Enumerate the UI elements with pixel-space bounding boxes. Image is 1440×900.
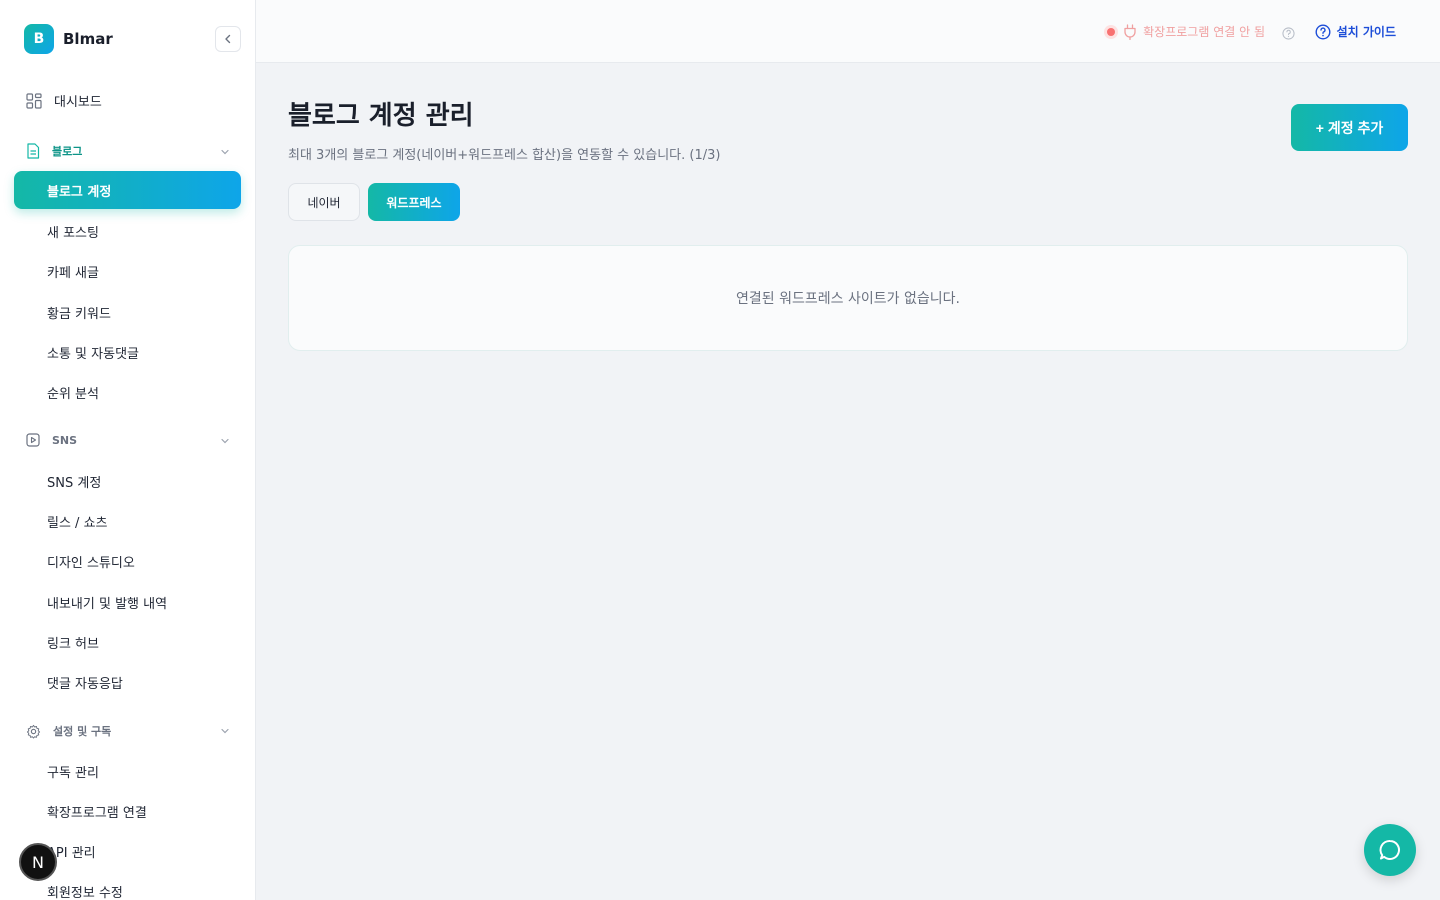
sidebar-item-comment-autoreply[interactable]: 댓글 자동응답 (47, 673, 123, 692)
section-sns-label: SNS (52, 433, 78, 447)
add-account-button[interactable]: + 계정 추가 (1291, 104, 1408, 151)
sidebar-item-link-hub[interactable]: 링크 허브 (47, 633, 99, 652)
brand[interactable]: B Blmar (24, 24, 113, 54)
chevron-down-icon (221, 728, 229, 734)
extension-status-text: 확장프로그램 연결 안 됨 (1143, 25, 1265, 39)
page-title: 블로그 계정 관리 (288, 101, 474, 131)
chevron-left-icon (225, 34, 231, 44)
tab-wordpress[interactable]: 워드프레스 (368, 183, 460, 221)
section-sns[interactable]: SNS (26, 433, 230, 447)
play-square-icon (26, 433, 40, 447)
question-circle-icon (1282, 27, 1295, 40)
empty-state-card: 연결된 워드프레스 사이트가 없습니다. (288, 245, 1408, 351)
empty-state-message: 연결된 워드프레스 사이트가 없습니다. (736, 291, 960, 307)
chat-button[interactable] (1364, 824, 1416, 876)
sidebar-item-label: 블로그 계정 (47, 185, 112, 200)
sidebar-item-extension-connect[interactable]: 확장프로그램 연결 (47, 802, 147, 821)
page-description: 최대 3개의 블로그 계정(네이버+워드프레스 합산)을 연동할 수 있습니다.… (288, 148, 721, 163)
chat-bubble-icon (1379, 840, 1400, 860)
section-blog[interactable]: 블로그 (26, 143, 230, 159)
chevron-down-icon (221, 149, 229, 155)
gear-icon (26, 724, 41, 739)
status-dot (1107, 27, 1116, 36)
topbar: 확장프로그램 연결 안 됨 설치 가이드 (256, 0, 1440, 63)
section-blog-label: 블로그 (52, 145, 83, 158)
help-button[interactable] (1282, 25, 1295, 44)
sidebar-item-rank-analysis[interactable]: 순위 분석 (47, 383, 99, 402)
brand-name: Blmar (63, 30, 113, 48)
n-avatar-badge[interactable]: N (19, 843, 57, 881)
nav-dashboard-label: 대시보드 (54, 95, 102, 110)
extension-status: 확장프로그램 연결 안 됨 (1107, 23, 1265, 40)
install-guide-link[interactable]: 설치 가이드 (1315, 23, 1396, 40)
plug-icon (1124, 23, 1136, 40)
question-circle-icon (1315, 23, 1331, 40)
sidebar-item-design-studio[interactable]: 디자인 스튜디오 (47, 552, 135, 571)
section-settings-label: 설정 및 구독 (53, 725, 112, 738)
sidebar-item-sns-account[interactable]: SNS 계정 (47, 472, 101, 491)
sidebar-item-subscription[interactable]: 구독 관리 (47, 762, 99, 781)
document-icon (27, 143, 40, 159)
chevron-down-icon (221, 438, 229, 444)
sidebar-item-profile-edit[interactable]: 회원정보 수정 (47, 882, 123, 900)
sidebar-item-export-history[interactable]: 내보내기 및 발행 내역 (47, 593, 167, 612)
dashboard-grid-icon (26, 92, 42, 109)
collapse-sidebar-button[interactable] (215, 26, 241, 52)
tab-naver[interactable]: 네이버 (288, 183, 360, 221)
section-settings[interactable]: 설정 및 구독 (26, 723, 230, 739)
sidebar-item-golden-keyword[interactable]: 황금 키워드 (47, 303, 111, 322)
sidebar-item-reels-shorts[interactable]: 릴스 / 쇼츠 (47, 512, 108, 531)
sidebar: B Blmar 대시보드 블로그 블로그 계정 새 포스팅 카페 새글 황금 키… (0, 0, 256, 900)
sidebar-item-cafe-new-post[interactable]: 카페 새글 (47, 262, 99, 281)
sidebar-item-blog-account[interactable]: 블로그 계정 (14, 171, 241, 209)
sidebar-item-auto-comment[interactable]: 소통 및 자동댓글 (47, 343, 139, 362)
sidebar-item-new-posting[interactable]: 새 포스팅 (47, 222, 99, 241)
nav-dashboard[interactable]: 대시보드 (26, 91, 102, 110)
brand-logo: B (24, 24, 54, 54)
install-guide-label: 설치 가이드 (1336, 25, 1396, 39)
